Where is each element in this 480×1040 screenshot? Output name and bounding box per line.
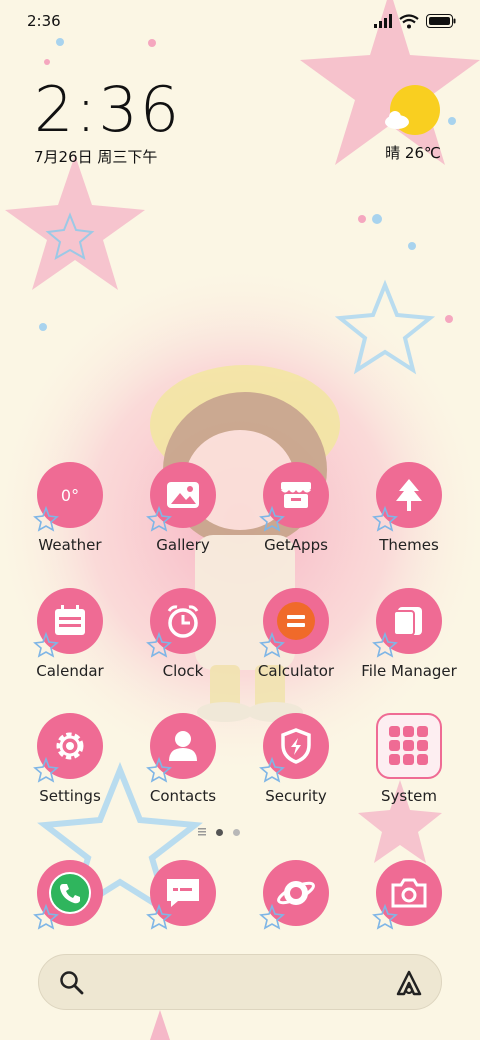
app-label: Contacts [149,787,217,805]
pink-star-bottom [150,1010,170,1040]
weather-widget[interactable]: 晴 26℃ [374,84,452,163]
gear-icon [37,713,103,779]
search-bar[interactable] [38,954,442,1010]
folder-icon [376,588,442,654]
weather-condition-temp: 晴 26℃ [385,144,441,162]
clock-widget-time: 2:36 [34,73,182,146]
app-label: System [381,787,437,805]
weather-app-icon: 0° [37,462,103,528]
app-label: Calculator [257,662,335,680]
app-settings[interactable]: Settings [14,713,126,825]
app-calendar[interactable]: Calendar [14,588,126,700]
pink-star-left [5,155,145,290]
phone-icon [49,872,91,914]
person-icon [150,713,216,779]
menu-lines-icon [198,828,206,836]
app-contacts[interactable]: Contacts [127,713,239,825]
app-getapps[interactable]: GetApps [240,462,352,574]
app-label: Calendar [36,662,104,680]
page-dot-2[interactable] [233,828,240,836]
battery-icon [426,14,456,28]
clock-widget[interactable]: 2:36 7月26日 周三下午 [34,78,181,167]
tree-icon [376,462,442,528]
assistant-icon[interactable] [395,969,423,997]
app-label: File Manager [361,662,457,680]
signal-icon [374,14,392,28]
gallery-icon [150,462,216,528]
weather-icon-text: 0° [60,485,80,505]
status-bar: 2:36 [0,0,480,44]
calendar-icon [37,588,103,654]
alarm-clock-icon [150,588,216,654]
clock-widget-date: 7月26日 周三下午 [34,148,158,166]
page-dot-1[interactable] [216,828,223,836]
folder-grid-icon [376,713,442,779]
app-clock[interactable]: Clock [127,588,239,700]
app-weather[interactable]: 0° Weather [14,462,126,574]
calculator-icon [263,588,329,654]
app-themes[interactable]: Themes [353,462,465,574]
app-system-folder[interactable]: System [353,713,465,825]
app-calculator[interactable]: Calculator [240,588,352,700]
page-indicator[interactable] [198,828,240,836]
search-icon [60,971,84,995]
phone-icon-bg [37,860,103,926]
app-security[interactable]: Security [240,713,352,825]
status-time: 2:36 [27,12,61,30]
store-icon [263,462,329,528]
app-label: Themes [379,536,439,554]
camera-icon [376,860,442,926]
app-gallery[interactable]: Gallery [127,462,239,574]
app-label: GetApps [264,536,328,554]
app-label: Settings [39,787,101,805]
app-label: Security [265,787,327,805]
shield-icon [263,713,329,779]
browser-icon [263,860,329,926]
app-label: Gallery [156,536,210,554]
app-label: Weather [38,536,102,554]
wifi-icon [399,13,419,28]
app-file-manager[interactable]: File Manager [353,588,465,700]
messages-icon [150,860,216,926]
app-label: Clock [162,662,204,680]
sunny-cloud-icon [385,85,440,135]
